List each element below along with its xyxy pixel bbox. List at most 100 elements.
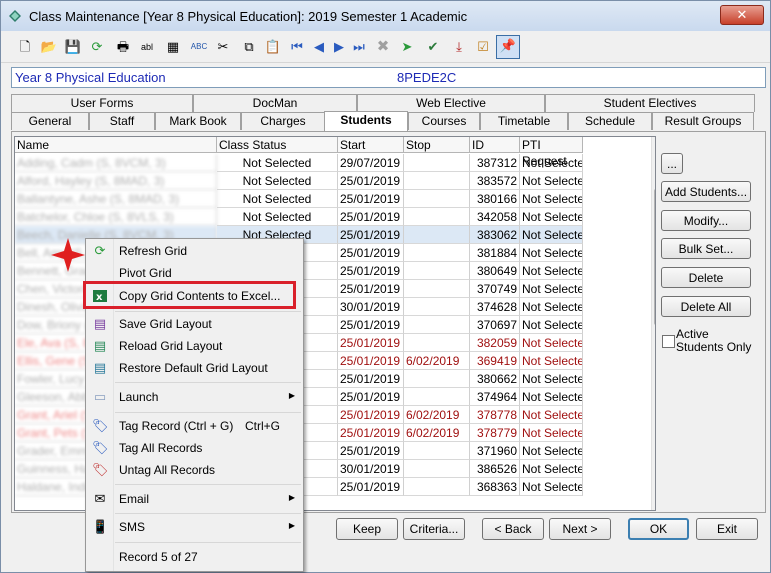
active-students-only-checkbox[interactable] — [662, 335, 675, 348]
menu-label: Save Grid Layout — [119, 317, 212, 331]
criteria-button[interactable]: Criteria... — [403, 518, 465, 540]
text-field-icon[interactable]: abl — [137, 37, 157, 57]
column-header-pti-request[interactable]: PTI Request — [520, 137, 583, 168]
column-header-start[interactable]: Start — [338, 137, 404, 153]
table-row[interactable]: Ballantyne, Ashe (S, 8MAD, 3) Not Selecte… — [15, 190, 583, 208]
cell-status: Not Selected — [217, 154, 338, 172]
column-header-stop[interactable]: Stop — [404, 137, 470, 153]
menu-item-refresh-grid[interactable]: ⟳ Refresh Grid — [86, 240, 303, 262]
menu-item-restore-default-layout[interactable]: ▤ Restore Default Grid Layout — [86, 357, 303, 379]
class-info-bar: Year 8 Physical Education 8PEDE2C — [11, 67, 766, 88]
tab-timetable[interactable]: Timetable — [480, 112, 568, 130]
menu-item-save-grid-layout[interactable]: ▤ Save Grid Layout — [86, 313, 303, 335]
tab-web-elective[interactable]: Web Elective — [357, 94, 545, 112]
paste-icon[interactable]: 📋 — [263, 37, 283, 57]
menu-item-tag-record[interactable]: 🏷 Tag Record (Ctrl + G) Ctrl+G — [86, 415, 303, 437]
cell-status: Not Selected — [217, 190, 338, 208]
menu-label: Tag All Records — [119, 441, 203, 455]
cell-start: 25/01/2019 — [338, 244, 404, 262]
bulk-set-button[interactable]: Bulk Set... — [661, 238, 751, 259]
scrollbar-thumb[interactable] — [654, 189, 655, 325]
add-students-button[interactable]: Add Students... — [661, 181, 751, 202]
column-header-name[interactable]: Name — [15, 137, 217, 153]
column-header-class-status[interactable]: Class Status — [217, 137, 338, 153]
table-row[interactable]: Adding, Cadm (S, 8VCM, 3) Not Selected 29/… — [15, 154, 583, 172]
tab-staff[interactable]: Staff — [89, 112, 155, 130]
cell-start: 25/01/2019 — [338, 388, 404, 406]
calculator-icon[interactable]: ▦ — [163, 37, 183, 57]
approve-icon[interactable]: ✔ — [423, 37, 443, 57]
tab-schedule[interactable]: Schedule — [568, 112, 652, 130]
cell-pti: Not Selected — [520, 244, 583, 262]
cell-pti: Not Selected — [520, 172, 583, 190]
menu-item-untag-all-records[interactable]: 🏷 Untag All Records — [86, 459, 303, 481]
cell-stop — [404, 244, 470, 262]
tab-student-electives[interactable]: Student Electives — [545, 94, 755, 112]
cell-stop — [404, 298, 470, 316]
cell-pti: Not Selected — [520, 352, 583, 370]
tab-charges[interactable]: Charges — [241, 112, 325, 130]
cell-pti: Not Selected — [520, 298, 583, 316]
back-button[interactable]: < Back — [482, 518, 544, 540]
cell-stop — [404, 280, 470, 298]
previous-record-icon[interactable]: ◀ — [309, 37, 329, 57]
cut-icon[interactable]: ✂ — [213, 37, 233, 57]
cell-start: 25/01/2019 — [338, 352, 404, 370]
first-record-icon[interactable]: ⏮ — [287, 37, 307, 57]
tab-students[interactable]: Students — [324, 111, 408, 131]
delete-record-icon[interactable]: ✖ — [373, 37, 393, 57]
cell-id: 371960 — [470, 442, 520, 460]
cell-start: 25/01/2019 — [338, 478, 404, 496]
cell-pti: Not Selected — [520, 226, 583, 244]
menu-item-launch[interactable]: ▭ Launch ▶ — [86, 386, 303, 408]
menu-item-reload-grid-layout[interactable]: ▤ Reload Grid Layout — [86, 335, 303, 357]
menu-item-email[interactable]: ✉ Email ▶ — [86, 488, 303, 510]
column-header-id[interactable]: ID — [470, 137, 520, 153]
next-record-icon[interactable]: ▶ — [329, 37, 349, 57]
tab-result-groups[interactable]: Result Groups — [652, 112, 754, 130]
tab-user-forms[interactable]: User Forms — [11, 94, 193, 112]
menu-item-sms[interactable]: 📱 SMS ▶ — [86, 516, 303, 538]
table-row[interactable]: Alford, Hayley (S, 8MAD, 3) Not Selected 2… — [15, 172, 583, 190]
scroll-up-arrow-icon[interactable]: ▲ — [655, 139, 656, 148]
refresh-icon[interactable]: ⟳ — [87, 37, 107, 57]
modify-button[interactable]: Modify... — [661, 210, 751, 231]
tag-all-icon: 🏷 — [92, 440, 109, 455]
pin-icon[interactable]: 📌 — [496, 35, 520, 59]
open-folder-icon[interactable]: 📂 — [39, 37, 59, 57]
menu-separator — [115, 513, 301, 514]
delete-all-button[interactable]: Delete All — [661, 296, 751, 317]
spellcheck-icon[interactable]: ABC — [189, 37, 209, 57]
ok-button[interactable]: OK — [628, 518, 689, 540]
tab-general[interactable]: General — [11, 112, 89, 130]
save-icon[interactable]: 💾 — [63, 37, 83, 57]
table-row[interactable]: Batchelor, Chloe (S, 8VLS, 3) Not Selecte… — [15, 208, 583, 226]
tab-docman[interactable]: DocMan — [193, 94, 357, 112]
next-button[interactable]: Next > — [549, 518, 611, 540]
close-button[interactable]: ✕ — [720, 5, 764, 25]
scroll-down-arrow-icon[interactable]: ▼ — [655, 499, 656, 508]
print-icon[interactable]: 🖶 — [113, 37, 133, 57]
cell-stop — [404, 316, 470, 334]
last-record-icon[interactable]: ⏭ — [349, 37, 369, 57]
menu-label: Untag All Records — [119, 463, 216, 477]
download-icon[interactable]: ⤓ — [449, 37, 469, 57]
delete-button[interactable]: Delete — [661, 267, 751, 288]
cell-pti: Not Selected — [520, 316, 583, 334]
menu-item-tag-all-records[interactable]: 🏷 Tag All Records — [86, 437, 303, 459]
cell-stop — [404, 388, 470, 406]
tab-mark-book[interactable]: Mark Book — [155, 112, 241, 130]
accept-icon[interactable]: ➤ — [397, 37, 417, 57]
ellipsis-button[interactable]: ... — [661, 153, 683, 174]
new-document-icon[interactable]: 🗋 — [15, 37, 35, 57]
keep-button[interactable]: Keep — [336, 518, 398, 540]
grid-vertical-scrollbar[interactable]: ▲ ▼ — [651, 137, 656, 510]
menu-record-status: Record 5 of 27 — [86, 546, 303, 568]
menu-separator — [115, 542, 301, 543]
copy-icon[interactable]: ⧉ — [239, 37, 259, 57]
record-status-label: Record 5 of 27 — [119, 550, 198, 564]
clipboard-check-icon[interactable]: ☑ — [473, 37, 493, 57]
tab-courses[interactable]: Courses — [408, 112, 480, 130]
menu-label: SMS — [119, 520, 146, 534]
exit-button[interactable]: Exit — [696, 518, 758, 540]
